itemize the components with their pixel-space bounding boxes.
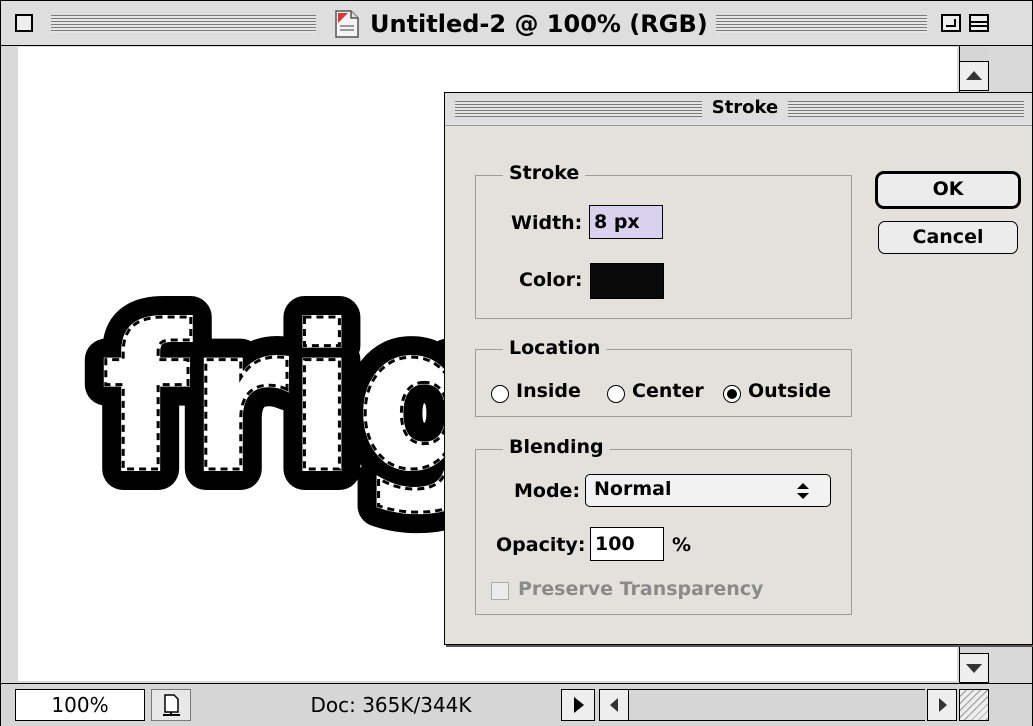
radio-outside-label[interactable]: Outside <box>748 380 831 402</box>
opacity-field[interactable]: 100 <box>590 527 664 561</box>
scroll-down-button[interactable] <box>959 653 989 683</box>
down-arrow-icon <box>966 664 982 673</box>
blend-mode-value: Normal <box>594 478 672 500</box>
title-bar-stripes <box>455 101 702 117</box>
collapse-box[interactable] <box>969 14 989 32</box>
radio-center[interactable] <box>607 385 625 403</box>
preserve-transparency-label: Preserve Transparency <box>518 578 764 600</box>
document-size-info: Doc: 365K/344K <box>310 693 472 717</box>
scroll-left-button[interactable] <box>599 689 629 721</box>
scroll-up-button[interactable] <box>959 61 989 91</box>
color-label: Color: <box>519 269 583 291</box>
blend-mode-select[interactable]: Normal <box>585 474 831 507</box>
color-swatch[interactable] <box>590 263 664 299</box>
document-info-button[interactable] <box>151 689 191 721</box>
window-title: Untitled-2 @ 100% (RGB) <box>370 10 708 38</box>
dialog-title-bar[interactable]: Stroke <box>445 93 1032 126</box>
document-title-group: Untitled-2 @ 100% (RGB) <box>326 9 716 39</box>
mode-label: Mode: <box>514 480 581 502</box>
cancel-button[interactable]: Cancel <box>878 221 1018 254</box>
document-info-icon <box>163 694 180 716</box>
scroll-right-button[interactable] <box>927 689 957 721</box>
stroke-group-label: Stroke <box>503 162 586 184</box>
preserve-transparency-checkbox[interactable] <box>491 582 509 600</box>
blending-group-label: Blending <box>503 436 610 458</box>
title-bar-stripes <box>51 15 316 33</box>
stroke-dialog: Stroke Stroke Width: 8 px Color: Locatio… <box>444 92 1033 645</box>
location-group-label: Location <box>503 337 607 359</box>
width-label: Width: <box>511 212 583 234</box>
resize-grip[interactable] <box>959 689 989 721</box>
document-title-bar[interactable]: Untitled-2 @ 100% (RGB) <box>1 1 1032 46</box>
dialog-title: Stroke <box>711 97 779 118</box>
horizontal-scrollbar[interactable] <box>629 689 925 721</box>
zoom-level-field[interactable]: 100% <box>15 689 145 721</box>
radio-outside[interactable] <box>723 385 741 403</box>
title-bar-stripes <box>703 15 927 33</box>
zoom-box[interactable] <box>941 14 961 32</box>
width-field[interactable]: 8 px <box>589 205 663 239</box>
opacity-label: Opacity: <box>496 534 586 556</box>
radio-center-label[interactable]: Center <box>632 380 704 402</box>
ok-button[interactable]: OK <box>875 171 1021 209</box>
title-bar-stripes <box>788 101 1024 117</box>
close-box[interactable] <box>15 14 33 32</box>
info-menu-arrow-button[interactable] <box>561 689 595 721</box>
up-arrow-icon <box>966 71 982 80</box>
radio-inside[interactable] <box>491 385 509 403</box>
document-file-icon <box>335 10 359 38</box>
popup-arrows-icon <box>797 483 809 499</box>
opacity-unit: % <box>672 534 692 556</box>
radio-inside-label[interactable]: Inside <box>516 380 581 402</box>
